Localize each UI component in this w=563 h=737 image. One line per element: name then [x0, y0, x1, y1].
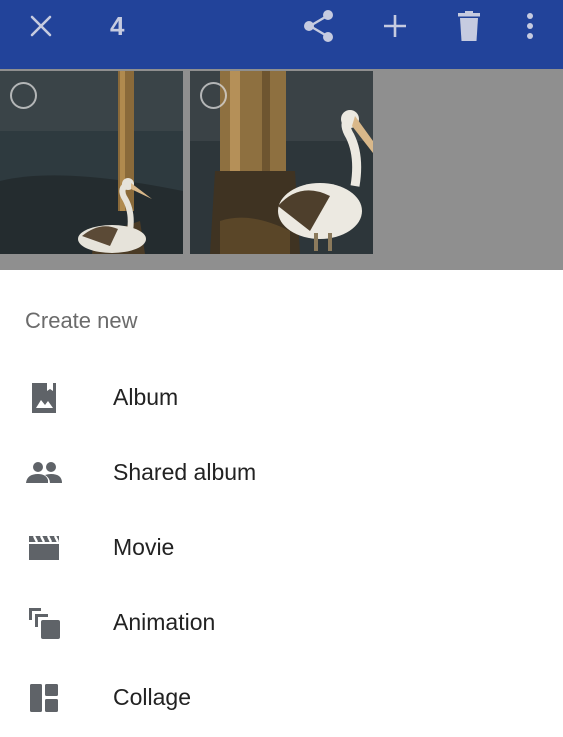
close-icon	[30, 15, 52, 37]
menu-item-label: Collage	[113, 684, 191, 710]
add-icon	[384, 15, 406, 37]
share-button[interactable]	[300, 0, 338, 52]
select-checkbox[interactable]	[10, 82, 37, 109]
menu-item-label: Album	[113, 384, 179, 410]
selection-toolbar: 4	[0, 0, 563, 69]
menu-item-label: Animation	[113, 609, 216, 635]
photo-grid	[0, 69, 563, 270]
photo-thumbnail[interactable]	[0, 71, 183, 254]
create-new-sheet: Create new Album Shared album Movie Anim…	[0, 270, 563, 737]
menu-item-label: Movie	[113, 534, 175, 560]
sheet-title: Create new	[25, 308, 138, 333]
menu-item-animation[interactable]: Animation	[0, 585, 563, 660]
movie-icon	[26, 530, 62, 566]
more-options-button[interactable]	[516, 0, 544, 52]
share-icon	[304, 10, 333, 42]
shared-album-icon	[26, 455, 62, 491]
menu-item-album[interactable]: Album	[0, 360, 563, 435]
album-icon	[26, 380, 62, 416]
delete-button[interactable]	[450, 0, 488, 52]
add-button[interactable]	[376, 0, 414, 52]
select-checkbox[interactable]	[200, 82, 227, 109]
close-button[interactable]	[24, 0, 58, 52]
menu-item-shared-album[interactable]: Shared album	[0, 435, 563, 510]
delete-icon	[458, 11, 480, 41]
menu-item-label: Shared album	[113, 459, 257, 485]
animation-icon	[26, 605, 62, 641]
collage-icon	[26, 680, 62, 716]
menu-item-collage[interactable]: Collage	[0, 660, 563, 735]
menu-item-movie[interactable]: Movie	[0, 510, 563, 585]
more-vert-icon	[527, 13, 533, 39]
selected-count: 4	[110, 11, 125, 41]
photo-thumbnail[interactable]	[190, 71, 373, 254]
